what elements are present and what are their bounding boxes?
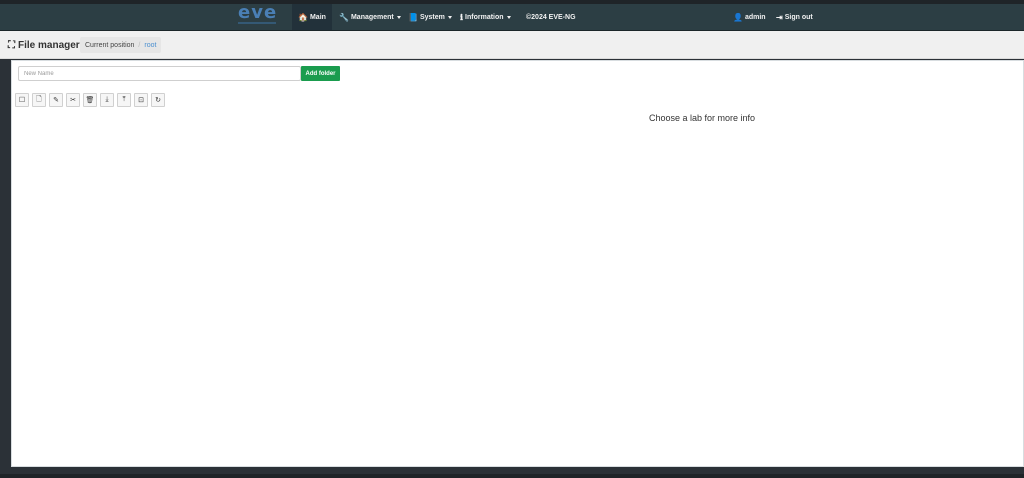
nav-main[interactable]: 🏠 Main (292, 4, 332, 30)
home-icon: 🏠 (298, 12, 308, 22)
export-icon[interactable]: ⤒ (117, 93, 131, 107)
lab-info-text: Choose a lab for more info (649, 113, 756, 123)
breadcrumb-separator: / (138, 41, 141, 49)
copyright-label: ©2024 EVE-NG (526, 13, 576, 21)
select-all-checkbox[interactable]: ☐ (15, 93, 29, 107)
file-manager-panel: Add folder ☐ 🗋 ✎ ✂ 🗑 ⤓ ⤒ ⊡ ↻ Choose a la… (11, 60, 1024, 467)
nav-information-label: Information (465, 13, 504, 21)
page-title: ⛶ File manager (8, 40, 80, 51)
nav-signout[interactable]: ⇥ Sign out (776, 4, 813, 30)
nav-main-label: Main (309, 13, 326, 21)
breadcrumb-root-link[interactable]: root (144, 42, 156, 49)
edit-icon[interactable]: ✎ (49, 93, 63, 107)
new-name-input[interactable] (18, 66, 301, 81)
logo-text: eve (238, 2, 278, 23)
new-file-icon[interactable]: 🗋 (32, 93, 46, 107)
book-icon: 📘 (408, 12, 418, 22)
signout-label: Sign out (784, 13, 813, 21)
wrench-icon: 🔧 (339, 12, 349, 22)
top-navbar: eve 🏠 Main 🔧 Management 📘 System ℹ Infor… (0, 2, 1024, 31)
import-icon[interactable]: ⤓ (100, 93, 114, 107)
window-bottom-strip (0, 474, 1024, 478)
page-title-text: File manager (18, 40, 80, 51)
move-icon[interactable]: ⊡ (134, 93, 148, 107)
logo-underline (238, 22, 276, 24)
nav-information[interactable]: ℹ Information (460, 4, 511, 30)
file-toolbar: ☐ 🗋 ✎ ✂ 🗑 ⤓ ⤒ ⊡ ↻ (15, 93, 168, 107)
delete-icon[interactable]: 🗑 (83, 93, 97, 107)
breadcrumb: Current position / root (80, 37, 162, 53)
refresh-icon[interactable]: ↻ (151, 93, 165, 107)
sitemap-icon: ⛶ (8, 40, 15, 51)
chevron-down-icon (396, 15, 401, 19)
chevron-down-icon (447, 15, 452, 19)
nav-user[interactable]: 👤 admin (733, 4, 766, 30)
nav-management[interactable]: 🔧 Management (339, 4, 401, 30)
chevron-down-icon (506, 15, 511, 19)
info-icon: ℹ (460, 12, 464, 22)
cut-icon[interactable]: ✂ (66, 93, 80, 107)
breadcrumb-current: Current position (85, 41, 135, 49)
add-folder-button[interactable]: Add folder (301, 66, 340, 81)
nav-system-label: System (419, 13, 445, 21)
user-icon: 👤 (733, 12, 743, 22)
nav-management-label: Management (350, 13, 394, 21)
page-header: ⛶ File manager Current position / root (0, 31, 1024, 59)
nav-system[interactable]: 📘 System (408, 4, 452, 30)
user-label: admin (744, 13, 766, 21)
nav-copyright: ©2024 EVE-NG (526, 4, 576, 30)
sign-out-icon: ⇥ (776, 12, 783, 22)
eve-logo[interactable]: eve (238, 2, 276, 28)
